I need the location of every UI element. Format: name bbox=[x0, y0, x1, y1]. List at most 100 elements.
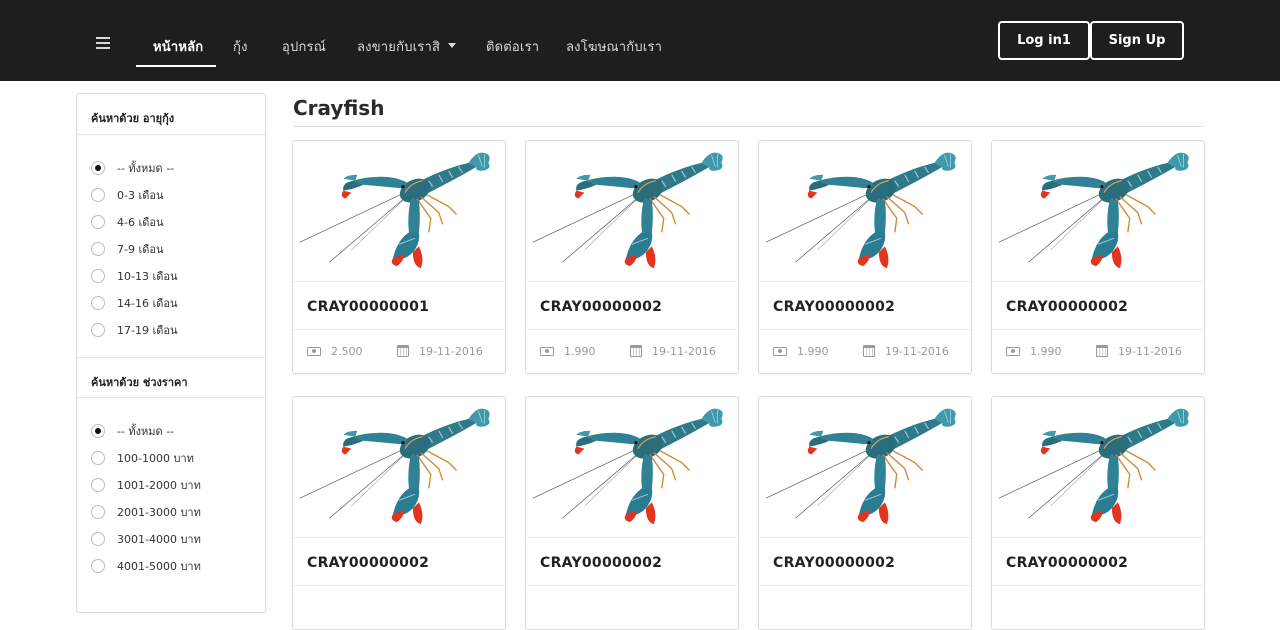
top-navbar: หน้าหลัก กุ้ง อุปกรณ์ ลงขายกับเราสิ ติดต… bbox=[0, 0, 1280, 81]
product-card[interactable]: CRAY00000001 2.500 19-11-2016 bbox=[292, 140, 506, 374]
age-filter-title: ค้นหาด้วย อายุกุ้ง bbox=[77, 94, 265, 135]
crayfish-image[interactable] bbox=[293, 397, 505, 538]
product-code[interactable]: CRAY00000002 bbox=[540, 299, 662, 315]
crayfish-image[interactable] bbox=[293, 141, 505, 282]
radio-icon[interactable] bbox=[91, 214, 105, 229]
crayfish-image[interactable] bbox=[759, 141, 971, 282]
product-code[interactable]: CRAY00000002 bbox=[1006, 555, 1128, 571]
price-option[interactable]: 3001-4000 บาท bbox=[91, 525, 265, 552]
radio-icon[interactable] bbox=[91, 187, 105, 202]
money-icon bbox=[540, 347, 554, 356]
radio-icon[interactable] bbox=[91, 531, 105, 546]
product-price: 2.500 bbox=[331, 345, 363, 358]
age-option-label: 14-16 เดือน bbox=[117, 296, 178, 310]
product-price: 1.990 bbox=[1030, 345, 1062, 358]
card-footer: 1.990 19-11-2016 bbox=[759, 329, 971, 373]
radio-icon[interactable] bbox=[91, 450, 105, 465]
radio-icon[interactable] bbox=[91, 558, 105, 573]
price-option-label: 2001-3000 บาท bbox=[117, 505, 201, 519]
age-option-label: 4-6 เดือน bbox=[117, 215, 164, 229]
age-option[interactable]: 4-6 เดือน bbox=[91, 208, 265, 235]
radio-checked-icon[interactable] bbox=[91, 423, 105, 438]
nav-item-contact[interactable]: ติดต่อเรา bbox=[486, 36, 539, 57]
radio-icon[interactable] bbox=[91, 241, 105, 256]
price-option-label: 3001-4000 บาท bbox=[117, 532, 201, 546]
age-option[interactable]: 0-3 เดือน bbox=[91, 181, 265, 208]
crayfish-image[interactable] bbox=[526, 141, 738, 282]
product-date: 19-11-2016 bbox=[885, 345, 949, 358]
filter-sidebar: ค้นหาด้วย อายุกุ้ง -- ทั้งหมด -- 0-3 เดื… bbox=[76, 93, 266, 613]
money-icon bbox=[307, 347, 321, 356]
radio-icon[interactable] bbox=[91, 504, 105, 519]
nav-item-sell-label: ลงขายกับเราสิ bbox=[357, 40, 441, 55]
age-filter-options: -- ทั้งหมด -- 0-3 เดือน 4-6 เดือน 7-9 เด… bbox=[77, 135, 265, 357]
product-card[interactable]: CRAY00000002 bbox=[525, 396, 739, 630]
price-option[interactable]: 100-1000 บาท bbox=[91, 444, 265, 471]
price-option[interactable]: -- ทั้งหมด -- bbox=[91, 417, 265, 444]
product-date: 19-11-2016 bbox=[1118, 345, 1182, 358]
product-date: 19-11-2016 bbox=[652, 345, 716, 358]
price-option[interactable]: 2001-3000 บาท bbox=[91, 498, 265, 525]
card-footer: 2.500 19-11-2016 bbox=[293, 329, 505, 373]
login-button[interactable]: Log in1 bbox=[998, 21, 1090, 60]
card-footer: 1.990 19-11-2016 bbox=[992, 329, 1204, 373]
age-option-label: 0-3 เดือน bbox=[117, 188, 164, 202]
crayfish-image[interactable] bbox=[992, 141, 1204, 282]
product-card[interactable]: CRAY00000002 1.990 19-11-2016 bbox=[991, 140, 1205, 374]
product-code[interactable]: CRAY00000002 bbox=[307, 555, 429, 571]
age-option[interactable]: -- ทั้งหมด -- bbox=[91, 154, 265, 181]
product-code[interactable]: CRAY00000002 bbox=[773, 299, 895, 315]
radio-icon[interactable] bbox=[91, 268, 105, 283]
product-card[interactable]: CRAY00000002 bbox=[991, 396, 1205, 630]
crayfish-image[interactable] bbox=[526, 397, 738, 538]
product-card[interactable]: CRAY00000002 1.990 19-11-2016 bbox=[525, 140, 739, 374]
age-option-label: 7-9 เดือน bbox=[117, 242, 164, 256]
card-footer bbox=[526, 585, 738, 629]
radio-checked-icon[interactable] bbox=[91, 160, 105, 175]
nav-item-equipment[interactable]: อุปกรณ์ bbox=[282, 36, 326, 57]
calendar-icon bbox=[863, 345, 875, 357]
product-price: 1.990 bbox=[564, 345, 596, 358]
age-option[interactable]: 17-19 เดือน bbox=[91, 316, 265, 343]
card-footer bbox=[759, 585, 971, 629]
product-card[interactable]: CRAY00000002 1.990 19-11-2016 bbox=[758, 140, 972, 374]
radio-icon[interactable] bbox=[91, 295, 105, 310]
nav-item-home[interactable]: หน้าหลัก bbox=[153, 36, 203, 57]
age-option-label: 10-13 เดือน bbox=[117, 269, 178, 283]
product-card[interactable]: CRAY00000002 bbox=[758, 396, 972, 630]
age-option[interactable]: 10-13 เดือน bbox=[91, 262, 265, 289]
product-code[interactable]: CRAY00000002 bbox=[773, 555, 895, 571]
price-option-label: 4001-5000 บาท bbox=[117, 559, 201, 573]
product-price: 1.990 bbox=[797, 345, 829, 358]
card-footer: 1.990 19-11-2016 bbox=[526, 329, 738, 373]
crayfish-image[interactable] bbox=[759, 397, 971, 538]
crayfish-image[interactable] bbox=[992, 397, 1204, 538]
money-icon bbox=[1006, 347, 1020, 356]
age-option[interactable]: 7-9 เดือน bbox=[91, 235, 265, 262]
nav-item-shrimp[interactable]: กุ้ง bbox=[233, 36, 248, 57]
age-option-label: -- ทั้งหมด -- bbox=[117, 161, 175, 175]
price-option-label: -- ทั้งหมด -- bbox=[117, 424, 175, 438]
money-icon bbox=[773, 347, 787, 356]
product-code[interactable]: CRAY00000002 bbox=[1006, 299, 1128, 315]
age-option[interactable]: 14-16 เดือน bbox=[91, 289, 265, 316]
menu-icon[interactable] bbox=[96, 37, 110, 49]
price-option[interactable]: 4001-5000 บาท bbox=[91, 552, 265, 579]
product-card[interactable]: CRAY00000002 bbox=[292, 396, 506, 630]
price-option[interactable]: 1001-2000 บาท bbox=[91, 471, 265, 498]
price-option-label: 1001-2000 บาท bbox=[117, 478, 201, 492]
calendar-icon bbox=[630, 345, 642, 357]
radio-icon[interactable] bbox=[91, 322, 105, 337]
page-title: Crayfish bbox=[293, 96, 385, 120]
product-code[interactable]: CRAY00000002 bbox=[540, 555, 662, 571]
radio-icon[interactable] bbox=[91, 477, 105, 492]
nav-item-sell-with-us[interactable]: ลงขายกับเราสิ bbox=[357, 36, 457, 57]
price-filter-options: -- ทั้งหมด -- 100-1000 บาท 1001-2000 บาท… bbox=[77, 398, 265, 593]
nav-item-advertise[interactable]: ลงโฆษณากับเรา bbox=[566, 36, 662, 57]
title-divider bbox=[293, 126, 1204, 127]
card-footer bbox=[992, 585, 1204, 629]
nav-active-indicator bbox=[136, 65, 216, 67]
signup-button[interactable]: Sign Up bbox=[1090, 21, 1184, 60]
card-footer bbox=[293, 585, 505, 629]
product-code[interactable]: CRAY00000001 bbox=[307, 299, 429, 315]
